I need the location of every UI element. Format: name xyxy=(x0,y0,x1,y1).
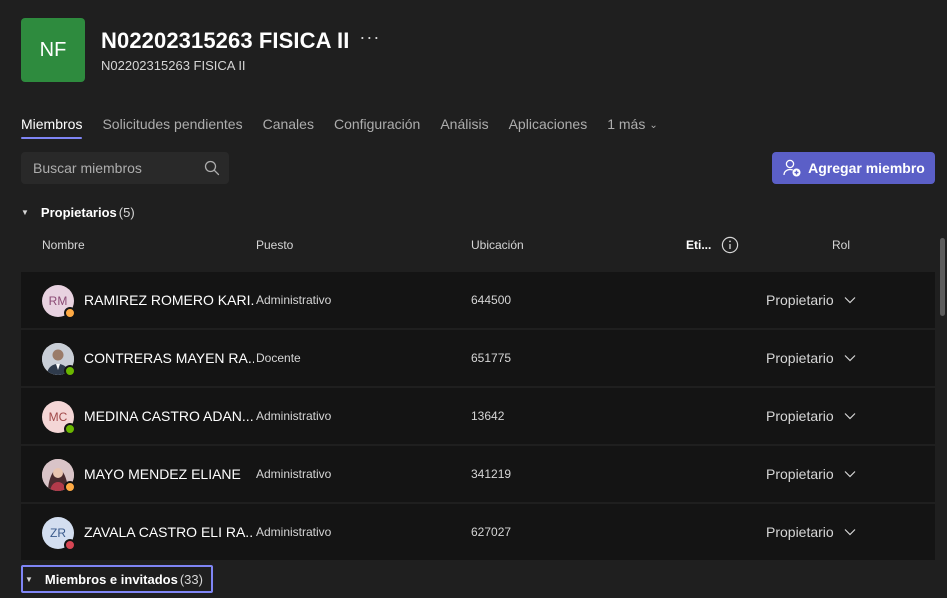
column-header-puesto[interactable]: Puesto xyxy=(256,238,293,252)
role-label: Propietario xyxy=(766,408,834,424)
member-puesto: Administrativo xyxy=(256,525,332,539)
caret-down-icon: ▼ xyxy=(25,574,33,584)
role-dropdown[interactable]: Propietario xyxy=(766,292,856,308)
presence-busy-icon xyxy=(64,539,76,551)
member-ubicacion: 13642 xyxy=(471,409,505,423)
info-icon[interactable] xyxy=(721,236,739,259)
members-section-count: (33) xyxy=(179,571,203,587)
avatar: ZR xyxy=(42,517,76,551)
tab-solicitudes-pendientes[interactable]: Solicitudes pendientes xyxy=(102,116,242,138)
owners-table: RM RAMIREZ ROMERO KARI... Administrativo… xyxy=(21,272,935,562)
team-info: N02202315263 FISICA II ··· N02202315263 … xyxy=(101,18,380,74)
avatar xyxy=(42,343,76,377)
chevron-down-icon xyxy=(844,471,856,478)
tab-more-label: 1 más xyxy=(607,116,646,132)
team-subtitle: N02202315263 FISICA II xyxy=(101,58,246,73)
team-title-row: N02202315263 FISICA II ··· xyxy=(101,27,380,54)
search-icon[interactable] xyxy=(204,160,220,181)
member-name: CONTRERAS MAYEN RA... xyxy=(84,350,254,366)
member-puesto: Docente xyxy=(256,351,301,365)
presence-away-icon xyxy=(64,481,76,493)
avatar: MC xyxy=(42,401,76,435)
role-dropdown[interactable]: Propietario xyxy=(766,466,856,482)
member-puesto: Administrativo xyxy=(256,409,332,423)
role-dropdown[interactable]: Propietario xyxy=(766,408,856,424)
member-ubicacion: 627027 xyxy=(471,525,512,539)
chevron-down-icon xyxy=(844,413,856,420)
member-puesto: Administrativo xyxy=(256,467,332,481)
column-header-nombre[interactable]: Nombre xyxy=(42,238,85,252)
chevron-down-icon xyxy=(844,355,856,362)
members-section-label: Miembros e invitados xyxy=(44,571,178,587)
member-name: MAYO MENDEZ ELIANE xyxy=(84,466,241,482)
team-header: NF N02202315263 FISICA II ··· N022023152… xyxy=(21,18,380,82)
role-label: Propietario xyxy=(766,292,834,308)
members-section-toggle[interactable]: ▼ Miembros e invitados (33) xyxy=(21,565,213,593)
role-dropdown[interactable]: Propietario xyxy=(766,524,856,540)
column-header-ubicacion[interactable]: Ubicación xyxy=(471,238,524,252)
tab-miembros[interactable]: Miembros xyxy=(21,116,83,139)
owners-section-count: (5) xyxy=(118,205,135,220)
member-ubicacion: 644500 xyxy=(471,293,512,307)
owners-section-label: Propietarios xyxy=(40,205,117,220)
table-row[interactable]: MC MEDINA CASTRO ADAN... Administrativo … xyxy=(21,388,935,444)
column-header-etiquetas[interactable]: Eti... xyxy=(686,238,711,252)
avatar xyxy=(42,459,76,493)
tab-canales[interactable]: Canales xyxy=(263,116,314,138)
caret-down-icon: ▼ xyxy=(21,208,29,217)
presence-available-icon xyxy=(64,423,76,435)
avatar: RM xyxy=(42,285,76,319)
tab-aplicaciones[interactable]: Aplicaciones xyxy=(509,116,588,138)
table-row[interactable]: ZR ZAVALA CASTRO ELI RA... Administrativ… xyxy=(21,504,935,560)
table-row[interactable]: RM RAMIREZ ROMERO KARI... Administrativo… xyxy=(21,272,935,328)
member-ubicacion: 341219 xyxy=(471,467,512,481)
table-row[interactable]: MAYO MENDEZ ELIANE Administrativo 341219… xyxy=(21,446,935,502)
member-puesto: Administrativo xyxy=(256,293,332,307)
role-label: Propietario xyxy=(766,466,834,482)
owners-section-toggle[interactable]: ▼ Propietarios (5) xyxy=(21,205,135,220)
team-name: N02202315263 FISICA II xyxy=(101,28,350,53)
more-options-icon[interactable]: ··· xyxy=(359,27,380,48)
role-label: Propietario xyxy=(766,524,834,540)
scrollbar[interactable] xyxy=(940,238,945,316)
tab-configuracion[interactable]: Configuración xyxy=(334,116,420,138)
chevron-down-icon xyxy=(844,297,856,304)
table-row[interactable]: CONTRERAS MAYEN RA... Docente 651775 Pro… xyxy=(21,330,935,386)
tab-analisis[interactable]: Análisis xyxy=(440,116,488,138)
member-name: MEDINA CASTRO ADAN... xyxy=(84,408,254,424)
add-member-button[interactable]: Agregar miembro xyxy=(772,152,935,184)
tab-more[interactable]: 1 más ⌄ xyxy=(607,116,658,138)
chevron-down-icon: ⌄ xyxy=(649,120,658,131)
member-name: ZAVALA CASTRO ELI RA... xyxy=(84,524,254,540)
add-member-label: Agregar miembro xyxy=(808,160,925,176)
person-add-icon xyxy=(783,159,801,177)
column-header-rol[interactable]: Rol xyxy=(832,238,850,252)
search-input[interactable] xyxy=(33,160,193,176)
presence-away-icon xyxy=(64,307,76,319)
member-name: RAMIREZ ROMERO KARI... xyxy=(84,292,254,308)
search-box[interactable] xyxy=(21,152,229,184)
role-label: Propietario xyxy=(766,350,834,366)
team-avatar: NF xyxy=(21,18,85,82)
role-dropdown[interactable]: Propietario xyxy=(766,350,856,366)
chevron-down-icon xyxy=(844,529,856,536)
member-ubicacion: 651775 xyxy=(471,351,512,365)
tab-bar: Miembros Solicitudes pendientes Canales … xyxy=(21,116,678,139)
presence-available-icon xyxy=(64,365,76,377)
